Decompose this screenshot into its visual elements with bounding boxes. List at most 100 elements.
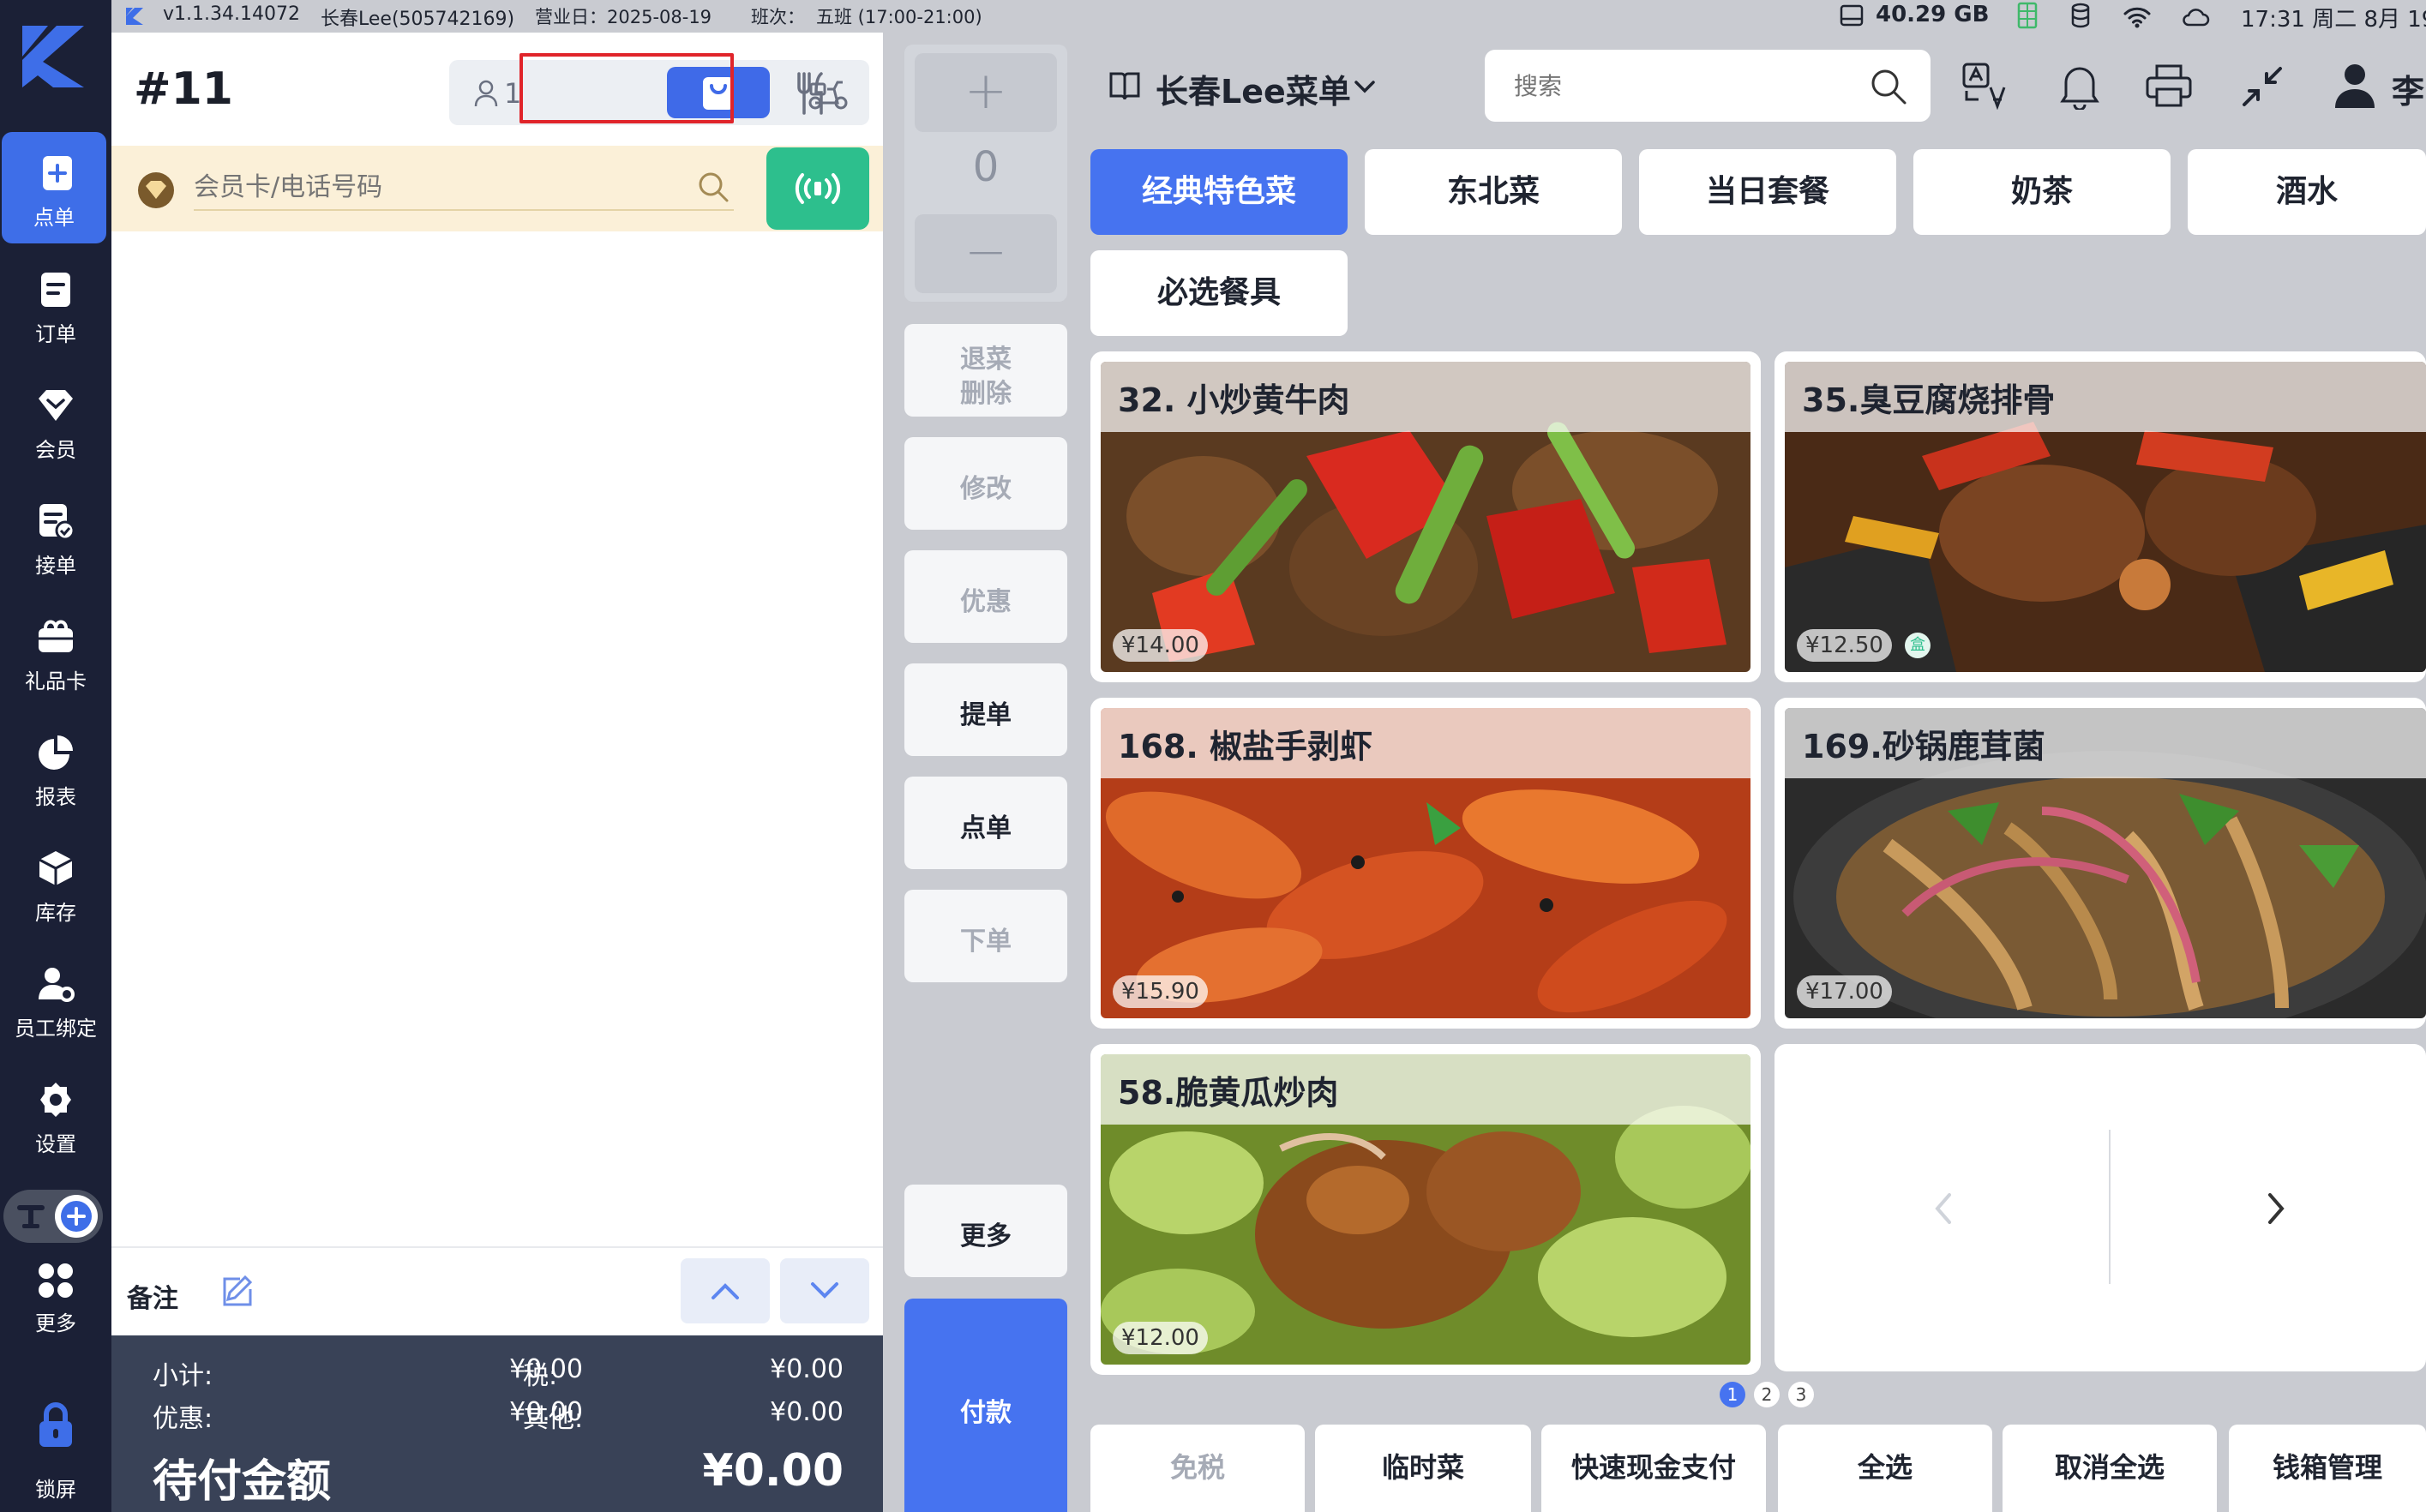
sidebar-item-accept[interactable]: 接单 [0,480,111,591]
sidebar-item-order[interactable]: 点单 [2,132,106,243]
scroll-up-button[interactable] [681,1258,770,1323]
temp-dish-button[interactable]: 临时菜 [1315,1425,1531,1512]
cash-drawer-button[interactable]: 钱箱管理 [2229,1425,2426,1512]
dish-card[interactable]: 169.砂锅鹿茸菌 ¥17.00 [1774,698,2426,1029]
discount-label: 优惠: [153,1404,213,1434]
sidebar-item-lock[interactable]: 锁屏 [0,1392,111,1503]
sidebar-item-staff[interactable]: 员工绑定 [0,943,111,1054]
sidebar-item-members[interactable]: 会员 [0,364,111,476]
gear-icon [40,1083,71,1117]
category-tab[interactable]: 东北菜 [1365,149,1622,235]
dish-name: 35.臭豆腐烧排骨 [1785,362,2426,432]
page-dot[interactable]: 1 [1720,1382,1745,1407]
store-name: 长春Lee(505742169) [321,9,515,30]
pickup-button[interactable]: 提单 [904,663,1067,756]
next-page-icon[interactable] [2265,1191,2287,1226]
member-search-input[interactable] [194,166,674,207]
dish-photo: 58.脆黄瓜炒肉 ¥12.00 [1101,1054,1750,1365]
category-tab[interactable]: 经典特色菜 [1090,149,1348,235]
printer-icon[interactable] [2145,63,2193,108]
page-dot[interactable]: 2 [1754,1382,1780,1407]
menu-search-input[interactable] [1514,65,1857,106]
cloud-icon [2183,9,2210,27]
dish-price: ¥17.00 [1797,975,1892,1008]
qty-value: 0 [972,143,1000,191]
category-tab[interactable]: 奶茶 [1913,149,2171,235]
sidebar-label: 更多 [35,1311,76,1335]
category-tab[interactable]: 必选餐具 [1090,250,1348,336]
discount-label: 优惠 [960,587,1012,617]
delivery-mode-button[interactable] [792,60,869,125]
translate-icon[interactable] [1961,62,2009,110]
amount-due-value: ¥0.00 [702,1445,844,1497]
category-tab[interactable]: 酒水 [2188,149,2426,235]
sidebar-item-orders[interactable]: 订单 [0,249,111,360]
category-tab[interactable]: 当日套餐 [1639,149,1896,235]
qty-increase-button[interactable]: + [915,53,1057,132]
add-order-icon [43,156,72,190]
dish-price: ¥12.50 [1797,629,1892,662]
dish-card[interactable]: 168. 椒盐手剥虾 ¥15.90 [1090,698,1761,1029]
chevron-down-icon[interactable] [1353,77,1377,98]
dish-price: ¥12.00 [1113,1322,1208,1354]
order-label: 点单 [960,813,1012,843]
pay-button[interactable]: 付款 [904,1299,1067,1512]
menu-book-icon [1109,72,1140,100]
sidebar-label: 库存 [35,901,76,925]
add-table-button[interactable] [55,1195,98,1238]
user-avatar-icon[interactable] [2333,62,2376,110]
database-icon [2071,3,2090,28]
prev-page-icon[interactable] [1932,1191,1955,1226]
gift-card-icon [39,620,73,652]
place-order-button[interactable]: 下单 [904,890,1067,982]
sidebar-item-settings[interactable]: 设置 [0,1059,111,1170]
sidebar-item-giftcard[interactable]: 礼品卡 [0,596,111,707]
more-actions-button[interactable]: 更多 [904,1185,1067,1277]
user-name[interactable]: 李 [2392,65,2424,112]
deselect-all-button[interactable]: 取消全选 [2003,1425,2217,1512]
accept-order-icon [39,504,75,540]
edit-icon[interactable] [219,1274,254,1308]
sidebar-label: 员工绑定 [15,1017,97,1041]
spreadsheet-icon [2017,2,2038,29]
other-value: ¥0.00 [770,1397,844,1427]
plus-circle-icon [61,1201,92,1232]
pie-chart-icon [39,735,73,770]
sidebar-label: 设置 [35,1132,76,1156]
sidebar-item-reports[interactable]: 报表 [0,711,111,823]
dish-card[interactable]: 35.臭豆腐烧排骨 ¥12.50 盒 [1774,351,2426,682]
search-icon[interactable] [696,170,730,204]
sidebar-item-more[interactable]: 更多 [0,1243,111,1354]
collapse-icon[interactable] [2241,65,2284,108]
page-dot[interactable]: 3 [1788,1382,1814,1407]
sidebar-label: 锁屏 [35,1478,76,1502]
apps-icon [39,1263,73,1298]
dish-card[interactable]: 58.脆黄瓜炒肉 ¥12.00 [1090,1044,1761,1375]
menu-title[interactable]: 长春Lee菜单 [1156,65,1351,112]
pay-label: 付款 [960,1398,1012,1428]
dish-price: ¥15.90 [1113,975,1208,1008]
void-delete-button[interactable]: 退菜 删除 [904,324,1067,417]
search-icon[interactable] [1869,67,1908,106]
more-actions-label: 更多 [960,1221,1012,1251]
scroll-down-button[interactable] [780,1258,869,1323]
tax-free-button[interactable]: 免税 [1090,1425,1305,1512]
discount-button[interactable]: 优惠 [904,550,1067,643]
nfc-read-button[interactable] [766,147,869,230]
page-nav-card [1774,1044,2426,1371]
table-toggle[interactable] [3,1190,103,1243]
select-all-button[interactable]: 全选 [1778,1425,1992,1512]
order-button[interactable]: 点单 [904,777,1067,869]
chevron-down-icon [811,1282,838,1299]
member-badge-icon [138,172,174,208]
divider [2109,1130,2111,1284]
dish-photo: 169.砂锅鹿茸菌 ¥17.00 [1785,708,2426,1018]
qty-decrease-button[interactable]: − [915,214,1057,293]
dish-card[interactable]: 32. 小炒黄牛肉 ¥14.00 [1090,351,1761,682]
modify-button[interactable]: 修改 [904,437,1067,530]
bell-icon[interactable] [2059,62,2100,110]
dish-photo: 32. 小炒黄牛肉 ¥14.00 [1101,362,1750,672]
clock: 17:31 周二 8月 19 [2241,7,2426,33]
quick-cash-button[interactable]: 快速现金支付 [1541,1425,1766,1512]
sidebar-item-inventory[interactable]: 库存 [0,827,111,939]
